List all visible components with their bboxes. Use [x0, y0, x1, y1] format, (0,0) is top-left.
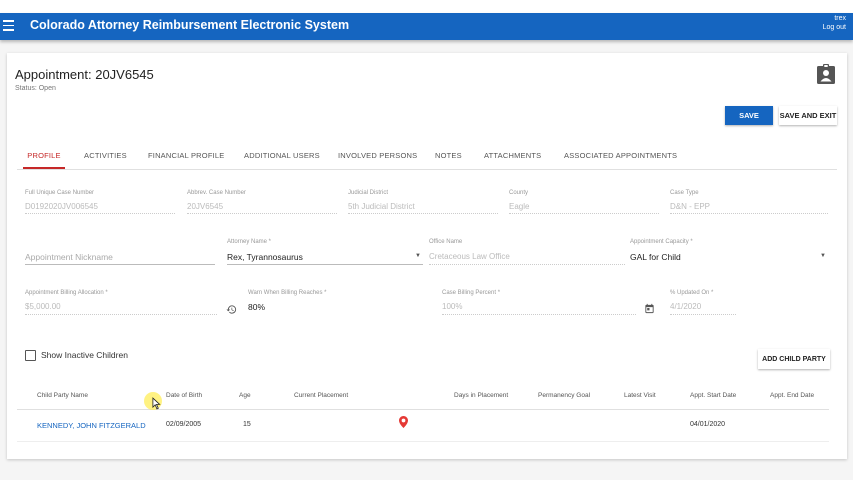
col-appt-start-date[interactable]: Appt. Start Date — [690, 392, 736, 399]
tab-notes[interactable]: NOTES — [435, 144, 462, 169]
col-child-party-name[interactable]: Child Party Name — [37, 392, 88, 399]
tab-associated-appointments[interactable]: ASSOCIATED APPOINTMENTS — [564, 144, 677, 169]
history-icon[interactable] — [226, 304, 237, 315]
app-title: Colorado Attorney Reimbursement Electron… — [30, 18, 350, 32]
map-pin-icon[interactable] — [399, 416, 408, 428]
full-case-number-field: Full Unique Case Number D0192020JV006545 — [25, 190, 175, 214]
tab-additional-users[interactable]: ADDITIONAL USERS — [244, 144, 320, 169]
table-row-divider — [17, 441, 829, 442]
office-name-field: Office Name Cretaceous Law Office — [429, 239, 625, 265]
child-appt-start: 04/01/2020 — [690, 421, 726, 428]
col-latest-visit[interactable]: Latest Visit — [624, 392, 656, 399]
tab-profile[interactable]: PROFILE — [23, 144, 65, 169]
show-inactive-label: Show Inactive Children — [41, 350, 128, 360]
case-billing-percent-field: Case Billing Percent * 100% — [442, 290, 636, 315]
child-dob: 02/09/2005 — [166, 421, 202, 428]
col-age[interactable]: Age — [239, 392, 251, 399]
attorney-name-select[interactable]: Attorney Name * Rex, Tyrannosaurus ▼ — [227, 239, 423, 265]
save-and-exit-button[interactable]: SAVE AND EXIT — [779, 106, 837, 125]
page-title: Appointment: 20JV6545 — [15, 67, 154, 82]
case-type-field: Case Type D&N - EPP — [670, 190, 828, 214]
top-strip — [0, 0, 853, 13]
percent-updated-on-field: % Updated On * 4/1/2020 — [670, 290, 736, 315]
col-current-placement[interactable]: Current Placement — [294, 392, 348, 399]
tab-bar: PROFILE ACTIVITIES FINANCIAL PROFILE ADD… — [17, 144, 837, 170]
appointment-capacity-select[interactable]: Appointment Capacity * GAL for Child ▼ — [630, 239, 828, 265]
show-inactive-checkbox[interactable] — [25, 350, 36, 361]
table-header-divider — [17, 409, 829, 410]
tab-attachments[interactable]: ATTACHMENTS — [484, 144, 541, 169]
child-age: 15 — [243, 421, 251, 428]
save-button[interactable]: SAVE — [725, 106, 773, 125]
mouse-pointer-icon — [152, 397, 161, 410]
attorney-dropdown-icon[interactable]: ▼ — [415, 253, 421, 259]
col-date-of-birth[interactable]: Date of Birth — [166, 392, 202, 399]
capacity-dropdown-icon[interactable]: ▼ — [820, 253, 826, 259]
tab-activities[interactable]: ACTIVITIES — [84, 144, 127, 169]
appointment-nickname-input[interactable]: Appointment Nickname — [25, 239, 215, 265]
judicial-district-field: Judicial District 5th Judicial District — [348, 190, 498, 214]
status-text: Status: Open — [15, 85, 56, 92]
logout-link[interactable]: Log out — [823, 23, 846, 32]
abbrev-case-number-field: Abbrev. Case Number 20JV6545 — [187, 190, 337, 214]
menu-icon[interactable] — [3, 20, 14, 32]
col-days-in-placement[interactable]: Days in Placement — [454, 392, 508, 399]
warn-when-billing-input[interactable]: Warn When Billing Reaches * 80% — [248, 290, 418, 315]
calendar-icon[interactable] — [644, 303, 655, 314]
col-appt-end-date[interactable]: Appt. End Date — [770, 392, 814, 399]
county-field: County Eagle — [509, 190, 659, 214]
contact-badge-icon — [817, 64, 835, 84]
child-name-link[interactable]: KENNEDY, JOHN FITZGERALD — [37, 421, 146, 430]
tab-financial-profile[interactable]: FINANCIAL PROFILE — [148, 144, 224, 169]
appointment-card: Appointment: 20JV6545 Status: Open SAVE … — [7, 53, 847, 459]
billing-allocation-field: Appointment Billing Allocation * $5,000.… — [25, 290, 217, 315]
app-bar: Colorado Attorney Reimbursement Electron… — [0, 13, 853, 40]
user-name: trex — [834, 15, 846, 22]
add-child-party-button[interactable]: ADD CHILD PARTY — [758, 349, 830, 369]
col-permanency-goal[interactable]: Permanency Goal — [538, 392, 590, 399]
tab-involved-persons[interactable]: INVOLVED PERSONS — [338, 144, 417, 169]
